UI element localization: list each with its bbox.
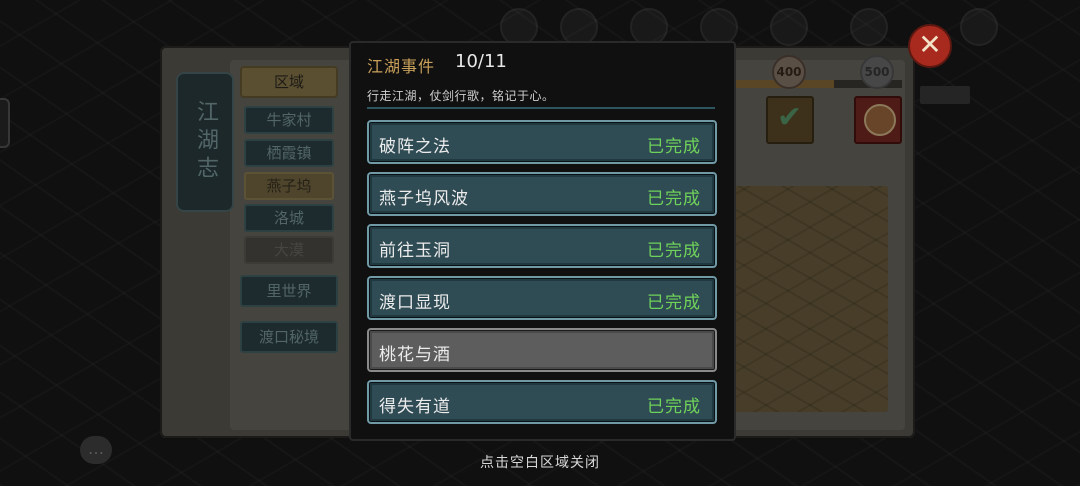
event-row[interactable]: 前往玉洞 已完成 [367,224,717,268]
event-name: 渡口显现 [379,293,451,313]
event-status: 已完成 [647,137,701,157]
divider [367,107,715,109]
event-row[interactable]: 破阵之法 已完成 [367,120,717,164]
event-name: 燕子坞风波 [379,189,469,209]
event-name: 得失有道 [379,397,451,417]
event-status: 已完成 [647,293,701,313]
close-icon[interactable]: ✕ [908,24,952,68]
event-name: 桃花与酒 [379,345,451,365]
dialog-description: 行走江湖，仗剑行歌，铭记于心。 [367,89,555,103]
event-row[interactable]: 得失有道 已完成 [367,380,717,424]
event-row-incomplete[interactable]: 桃花与酒 [367,328,717,372]
event-name: 破阵之法 [379,137,451,157]
close-hint: 点击空白区域关闭 [480,455,600,471]
event-row[interactable]: 燕子坞风波 已完成 [367,172,717,216]
event-status: 已完成 [647,189,701,209]
event-status: 已完成 [647,241,701,261]
event-row[interactable]: 渡口显现 已完成 [367,276,717,320]
event-count: 10/11 [455,51,507,72]
dialog-title: 江湖事件 [367,57,436,76]
jianghu-events-dialog: 江湖事件 10/11 行走江湖，仗剑行歌，铭记于心。 破阵之法 已完成 燕子坞风… [349,41,736,441]
event-name: 前往玉洞 [379,241,451,261]
event-status: 已完成 [647,397,701,417]
